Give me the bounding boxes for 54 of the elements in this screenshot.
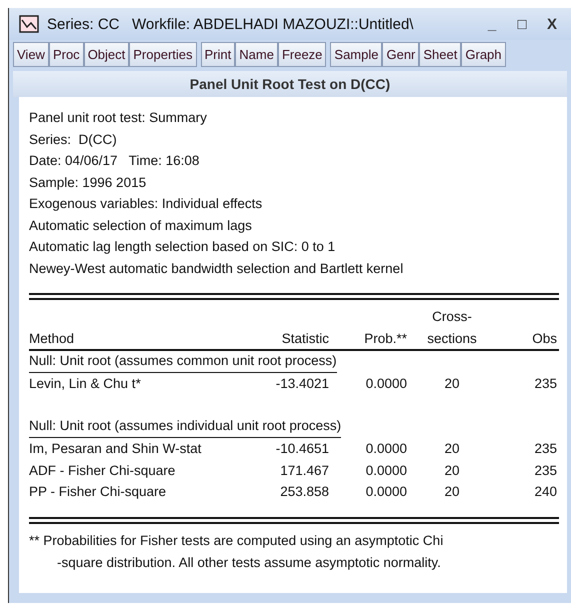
window-title: Series: CC Workfile: ABDELHADI MAZOUZI::Untitled\ [47, 16, 414, 32]
table-cell-text: -13.4021 [274, 375, 329, 393]
column-header: Obs [531, 330, 557, 348]
table-cell-text: 0.0000 [364, 483, 407, 501]
table-cell-text: 20 [443, 483, 461, 501]
table-cell-text: Im, Pesaran and Shin W-stat [29, 440, 202, 458]
window-control[interactable]: X [541, 16, 563, 32]
table-cell-text: 20 [443, 440, 461, 458]
toolbar-button[interactable]: Properties [129, 42, 197, 67]
column-header: Cross- sections [426, 308, 478, 348]
table-cell-text: 0.0000 [364, 375, 407, 393]
summary-line: Sample: 1996 2015 [29, 174, 148, 192]
summary-line: Automatic selection of maximum lags [29, 216, 253, 235]
table-cell-text: 20 [443, 462, 461, 480]
table-cell-text: Levin, Lin & Chu t* [29, 375, 142, 393]
summary-line: Panel unit root test: Summary [29, 109, 208, 127]
toolbar-button[interactable]: Genr [382, 42, 420, 67]
table-cell-text: ADF - Fisher Chi-square [29, 462, 176, 480]
summary-line: Series: D(CC) [29, 130, 118, 149]
table-cell-text: 0.0000 [364, 462, 407, 480]
table-cell-text: 20 [443, 375, 461, 393]
view-title: Panel Unit Root Test on D(CC) [13, 71, 567, 97]
footnote-line: ** Probabilities for Fisher tests are computed using an asymptotic Chi [29, 532, 444, 550]
summary-line: Newey-West automatic bandwidth selection and Bartlett kernel [29, 260, 404, 278]
toolbar-button[interactable]: Object [84, 42, 130, 67]
summary-line: Date: 04/06/17 Time: 16:08 [29, 152, 200, 170]
table-cell-text: 235 [533, 440, 557, 458]
column-header: Method [29, 330, 76, 348]
window-control[interactable]: _ [481, 16, 503, 32]
toolbar-button[interactable]: Sample [330, 42, 382, 67]
table-cell-text: 235 [533, 462, 557, 480]
toolbar-button[interactable]: Name [235, 42, 278, 67]
column-header: Prob.** [363, 330, 407, 348]
table-cell-text: 240 [533, 483, 557, 501]
table-cell-text: 235 [533, 375, 557, 393]
toolbar-button[interactable]: Print [200, 42, 236, 67]
toolbar-button[interactable]: View [13, 42, 49, 67]
toolbar-button[interactable]: Sheet [419, 42, 462, 67]
section-heading: Null: Unit root (assumes individual unit root process) [29, 416, 342, 438]
table-cell-text: PP - Fisher Chi-square [29, 483, 168, 501]
toolbar-button[interactable]: Graph [461, 42, 506, 67]
chart-icon [19, 15, 39, 33]
toolbar-button[interactable]: Proc [48, 42, 84, 67]
summary-line: Exogenous variables: Individual effects [29, 195, 264, 213]
table-cell-text: 171.467 [279, 462, 329, 480]
table-cell-text: -10.4651 [274, 440, 329, 458]
column-header: Statistic [280, 330, 329, 348]
section-heading: Null: Unit root (assumes common unit root process) [29, 351, 337, 373]
toolbar-button[interactable]: Freeze [278, 42, 326, 67]
summary-line: Automatic lag length selection based on SIC: 0 to 1 [29, 238, 336, 256]
window-control[interactable]: □ [511, 16, 533, 32]
table-cell-text: 0.0000 [364, 440, 407, 458]
table-cell-text: 253.858 [279, 483, 329, 501]
footnote-line: -square distribution. All other tests assume asymptotic normality. [56, 554, 442, 572]
